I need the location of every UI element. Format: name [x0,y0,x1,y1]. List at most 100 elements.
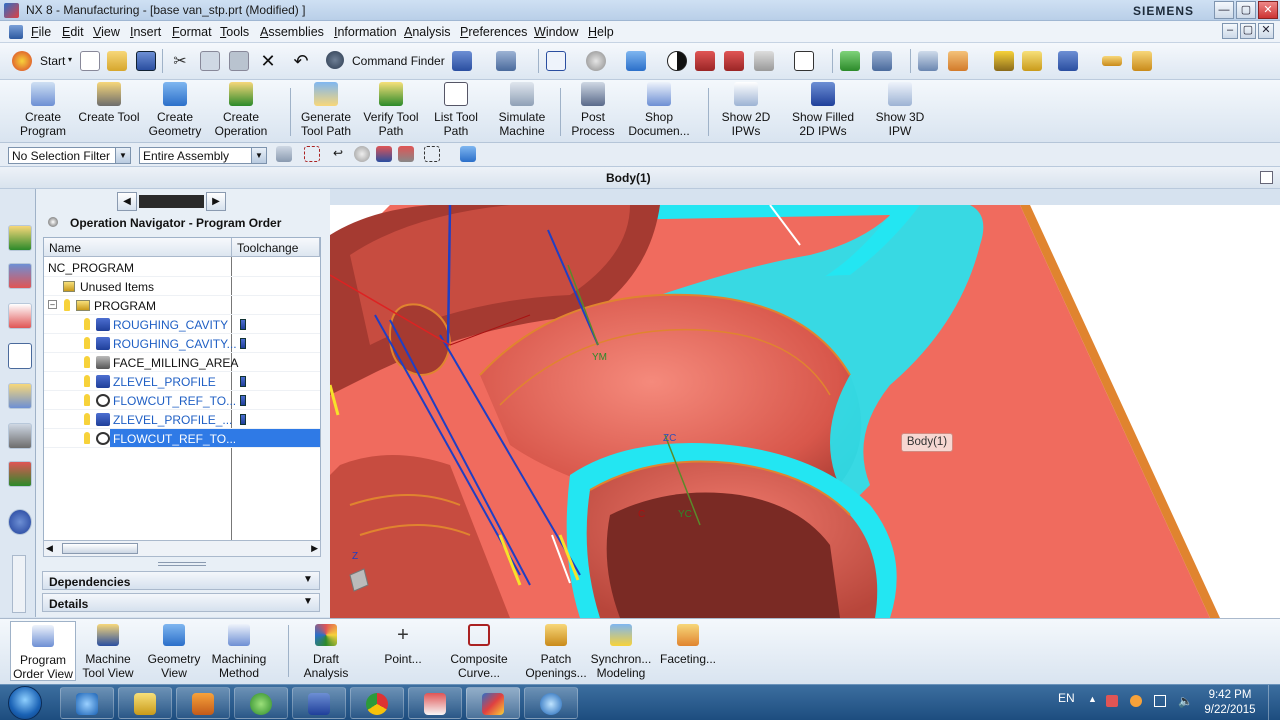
object-select-icon[interactable] [354,146,370,162]
menu-preferences[interactable]: Preferences [460,25,527,39]
taskbar-chrome[interactable] [350,687,404,719]
wcs-orient-icon[interactable] [948,51,968,71]
windows-start-icon[interactable] [8,686,42,720]
ruler-icon[interactable] [1102,56,1122,66]
tree-row-program[interactable]: – PROGRAM [44,296,320,315]
collapse-icon[interactable]: – [48,300,57,309]
tree-horizontal-scrollbar[interactable]: ◀ ▶ [43,540,321,557]
new-icon[interactable] [80,51,100,71]
tree-row-roughing-cavity-2[interactable]: ROUGHING_CAVITY... [44,334,320,353]
doc-close-button[interactable]: ✕ [1258,23,1274,39]
assembly-navigator-icon[interactable] [8,225,32,251]
layer-settings-icon[interactable] [918,51,938,71]
constraint-navigator-icon[interactable] [8,263,32,289]
create-program-button[interactable]: Create Program [14,82,72,140]
menu-window[interactable]: Window [534,25,578,39]
select-feature-icon[interactable] [376,146,392,162]
tray-expand-icon[interactable]: ▲ [1088,694,1097,704]
measure-distance-icon[interactable] [994,51,1014,71]
save-icon[interactable] [136,51,156,71]
show-3d-ipw-button[interactable]: Show 3D IPW [870,82,930,140]
details-section[interactable]: Details ▼ [42,593,320,612]
show-filled-2d-ipw-button[interactable]: Show Filled 2D IPWs [788,82,858,140]
chevron-down-icon[interactable]: ▼ [301,574,315,588]
menu-view[interactable]: View [93,25,120,39]
chevron-down-icon[interactable]: ▼ [251,148,266,163]
roles-icon[interactable] [8,461,32,487]
measure-angle-icon[interactable] [1022,51,1042,71]
tree-row-unused-items[interactable]: Unused Items [44,277,320,296]
select-body-icon[interactable] [398,146,414,162]
menu-analysis[interactable]: Analysis [404,25,451,39]
reuse-library-icon[interactable] [8,423,32,449]
menu-edit[interactable]: Edit [62,25,84,39]
command-finder-label[interactable]: Command Finder [352,54,445,68]
list-tool-path-button[interactable]: List Tool Path [428,82,484,140]
snap-icon[interactable] [304,146,320,162]
machine-tool-view-button[interactable]: Machine Tool View [78,621,138,681]
wcs-icon[interactable] [754,51,774,71]
copy-icon[interactable] [200,51,220,71]
doc-restore-button[interactable]: ▢ [1240,23,1256,39]
geometry-view-button[interactable]: Geometry View [144,621,204,681]
chevron-left-icon[interactable]: ◀ [46,543,53,554]
tree-row-flowcut-ref[interactable]: FLOWCUT_REF_TO... [44,391,320,410]
column-name[interactable]: Name [44,238,232,257]
chevron-right-icon[interactable]: ▶ [206,192,226,211]
rail-scrollbar[interactable] [12,555,26,613]
move-object-icon[interactable] [840,51,860,71]
tree-row-zlevel-profile-2[interactable]: ZLEVEL_PROFILE_... [44,410,320,429]
maximize-button[interactable]: ▢ [1236,1,1256,19]
composite-curve-button[interactable]: Composite Curve... [446,621,512,681]
render-style-icon[interactable] [586,51,606,71]
point-button[interactable]: + Point... [376,621,430,681]
simulate-machine-button[interactable]: Simulate Machine [494,82,550,140]
assembly-scope-select[interactable]: Entire Assembly ▼ [139,147,267,164]
undo-icon[interactable]: ↶ [291,51,311,71]
pin-icon[interactable] [48,217,58,227]
verify-tool-path-button[interactable]: Verify Tool Path [360,82,422,140]
splitter-handle[interactable] [158,562,206,566]
operation-navigator-icon[interactable] [8,343,32,369]
tree-row-roughing-cavity[interactable]: ROUGHING_CAVITY [44,315,320,334]
part-navigator-icon[interactable] [8,303,32,329]
filter-icon[interactable] [276,146,292,162]
start-dropdown-icon[interactable]: ▾ [68,55,72,64]
paste-icon[interactable] [229,51,249,71]
taskbar-camtasia[interactable] [234,687,288,719]
scroll-thumb[interactable] [62,543,138,554]
menu-information[interactable]: Information [334,25,397,39]
shop-documentation-button[interactable]: Shop Documen... [626,82,692,140]
taskbar-clock[interactable]: 9:42 PM 9/22/2015 [1198,688,1262,718]
shaded-view-icon[interactable] [667,51,687,71]
synchronous-modeling-button[interactable]: Synchron... Modeling [590,621,652,681]
machining-method-button[interactable]: Machining Method [208,621,270,681]
solid-select-icon[interactable] [460,146,476,162]
menu-insert[interactable]: Insert [130,25,161,39]
chevron-right-icon[interactable]: ▶ [311,543,318,554]
create-operation-button[interactable]: Create Operation [210,82,272,140]
draft-analysis-button[interactable]: Draft Analysis [296,621,356,681]
taskbar-nx[interactable] [466,687,520,719]
create-geometry-button[interactable]: Create Geometry [146,82,204,140]
doc-minimize-button[interactable]: – [1222,23,1238,39]
taskbar-file-explorer[interactable] [118,687,172,719]
document-menu-icon[interactable] [9,25,23,39]
delete-icon[interactable]: ✕ [258,51,278,71]
show-desktop-button[interactable] [1268,685,1280,720]
chevron-down-icon[interactable]: ▼ [115,148,130,163]
fit-view-icon[interactable] [546,51,566,71]
taskbar-media-player[interactable] [176,687,230,719]
orient-view-icon[interactable] [626,51,646,71]
taskbar-key[interactable] [292,687,346,719]
language-indicator[interactable]: EN [1058,691,1075,705]
column-toolchange[interactable]: Toolchange [232,238,320,257]
create-tool-button[interactable]: Create Tool [76,82,142,140]
selection-filter-select[interactable]: No Selection Filter ▼ [8,147,131,164]
patch-openings-button[interactable]: Patch Openings... [524,621,588,681]
start-icon[interactable] [12,51,32,71]
dependencies-section[interactable]: Dependencies ▼ [42,571,320,590]
info-icon[interactable] [8,509,32,535]
taskbar-internet-explorer[interactable] [60,687,114,719]
tree-row-zlevel-profile[interactable]: ZLEVEL_PROFILE [44,372,320,391]
